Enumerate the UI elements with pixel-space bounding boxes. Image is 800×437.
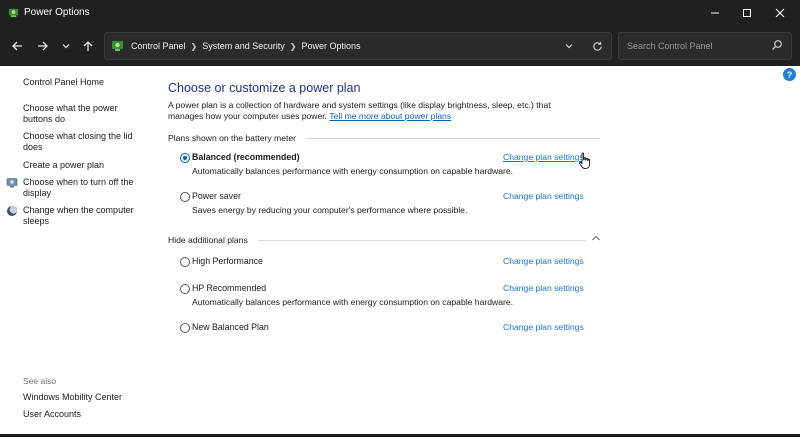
page-description: A power plan is a collection of hardware… <box>168 100 588 122</box>
breadcrumb-power-options[interactable]: Power Options <box>302 41 361 51</box>
breadcrumb: Control Panel ❯ System and Security ❯ Power … <box>131 41 361 51</box>
plan-radio-power-saver[interactable] <box>180 192 190 202</box>
minimize-button[interactable] <box>698 0 732 26</box>
up-button[interactable] <box>79 37 97 55</box>
recent-locations-button[interactable] <box>57 37 75 55</box>
close-icon <box>775 8 785 18</box>
plan-name-new-balanced-plan[interactable]: New Balanced Plan <box>192 322 269 332</box>
refresh-icon <box>592 41 602 51</box>
address-dropdown-button[interactable] <box>561 38 577 54</box>
back-button[interactable] <box>8 37 26 55</box>
plan-description-power-saver: Saves energy by reducing your computer's… <box>192 205 468 215</box>
sidebar-item-user-accounts[interactable]: User Accounts <box>23 409 81 420</box>
close-button[interactable] <box>763 0 797 26</box>
arrow-left-icon <box>12 41 22 51</box>
chevron-right-icon[interactable]: ❯ <box>290 42 297 51</box>
breadcrumb-system-and-security[interactable]: System and Security <box>202 41 285 51</box>
section-divider <box>258 240 586 241</box>
title-bar: Power Options <box>0 0 800 26</box>
monitor-icon <box>6 178 18 188</box>
hide-additional-plans-heading[interactable]: Hide additional plans <box>168 235 248 245</box>
chevron-down-icon <box>62 44 70 49</box>
search-input[interactable] <box>625 38 767 54</box>
plan-radio-balanced[interactable] <box>180 153 190 163</box>
change-plan-settings-link-balanced[interactable]: Change plan settings <box>503 152 584 162</box>
control-panel-icon <box>112 41 123 51</box>
plan-name-high-performance[interactable]: High Performance <box>192 256 263 266</box>
forward-button[interactable] <box>34 37 52 55</box>
sidebar-item-closing-lid[interactable]: Choose what closing the lid does <box>23 131 138 153</box>
help-icon[interactable]: ? <box>783 68 796 81</box>
search-icon[interactable] <box>771 39 783 51</box>
sidebar: Control Panel Home Choose what the power… <box>0 66 150 434</box>
sidebar-item-windows-mobility-center[interactable]: Windows Mobility Center <box>23 392 122 403</box>
sidebar-item-control-panel-home[interactable]: Control Panel Home <box>23 77 104 88</box>
maximize-icon <box>743 9 751 17</box>
change-plan-settings-link-new-balanced-plan[interactable]: Change plan settings <box>503 322 584 332</box>
change-plan-settings-link-high-performance[interactable]: Change plan settings <box>503 256 584 266</box>
search-box[interactable] <box>618 32 792 60</box>
hand-cursor-icon <box>579 152 590 169</box>
change-plan-settings-link-hp-recommended[interactable]: Change plan settings <box>503 283 584 293</box>
plan-name-power-saver[interactable]: Power saver <box>192 191 241 201</box>
window-title: Power Options <box>24 7 90 18</box>
refresh-button[interactable] <box>589 38 605 54</box>
page-title: Choose or customize a power plan <box>168 81 361 95</box>
moon-icon <box>7 205 18 216</box>
arrow-right-icon <box>38 41 48 51</box>
sidebar-item-turn-off-display[interactable]: Choose when to turn off the display <box>23 177 141 199</box>
plan-radio-new-balanced-plan[interactable] <box>180 323 190 333</box>
sidebar-item-power-buttons[interactable]: Choose what the power buttons do <box>23 103 133 125</box>
content-area: ? Control Panel Home Choose what the pow… <box>0 66 800 434</box>
navigation-bar: Control Panel ❯ System and Security ❯ Power … <box>0 26 800 66</box>
plan-description-hp-recommended: Automatically balances performance with … <box>192 297 514 307</box>
power-options-icon <box>8 8 19 18</box>
chevron-up-icon[interactable] <box>591 234 601 242</box>
sidebar-item-computer-sleeps[interactable]: Change when the computer sleeps <box>23 205 141 227</box>
breadcrumb-control-panel[interactable]: Control Panel <box>131 41 186 51</box>
maximize-button[interactable] <box>730 0 764 26</box>
see-also-heading: See also <box>23 376 57 386</box>
learn-more-link[interactable]: Tell me more about power plans <box>329 111 451 121</box>
arrow-up-icon <box>83 41 93 51</box>
chevron-right-icon[interactable]: ❯ <box>191 42 198 51</box>
plan-name-balanced[interactable]: Balanced (recommended) <box>192 152 300 162</box>
change-plan-settings-link-power-saver[interactable]: Change plan settings <box>503 191 584 201</box>
chevron-down-icon <box>565 44 573 49</box>
plan-name-hp-recommended[interactable]: HP Recommended <box>192 283 266 293</box>
plan-description-balanced: Automatically balances performance with … <box>192 166 514 176</box>
battery-plans-heading: Plans shown on the battery meter <box>168 133 297 143</box>
minimize-icon <box>711 12 719 14</box>
plan-radio-hp-recommended[interactable] <box>180 284 190 294</box>
main-panel: Choose or customize a power plan A power… <box>168 66 600 434</box>
section-divider <box>306 138 600 139</box>
sidebar-item-create-power-plan[interactable]: Create a power plan <box>23 160 104 171</box>
address-bar[interactable]: Control Panel ❯ System and Security ❯ Power … <box>104 32 612 60</box>
plan-radio-high-performance[interactable] <box>180 257 190 267</box>
